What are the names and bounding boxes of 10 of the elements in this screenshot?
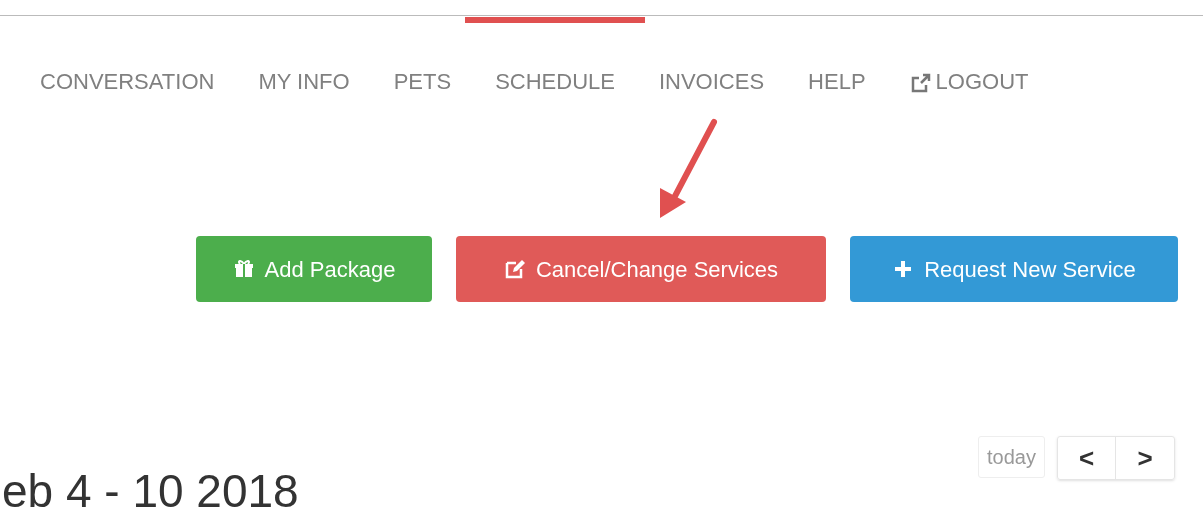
edit-icon [503,258,526,280]
gift-icon [232,258,255,280]
previous-button[interactable]: < [1058,437,1116,479]
next-button[interactable]: > [1116,437,1174,479]
add-package-button[interactable]: Add Package [196,236,432,302]
today-button[interactable]: today [978,436,1045,478]
cancel-change-button[interactable]: Cancel/Change Services [456,236,826,302]
request-service-button[interactable]: Request New Service [850,236,1178,302]
week-title: eb 4 - 10 2018 [2,466,299,516]
share-icon [909,72,932,94]
